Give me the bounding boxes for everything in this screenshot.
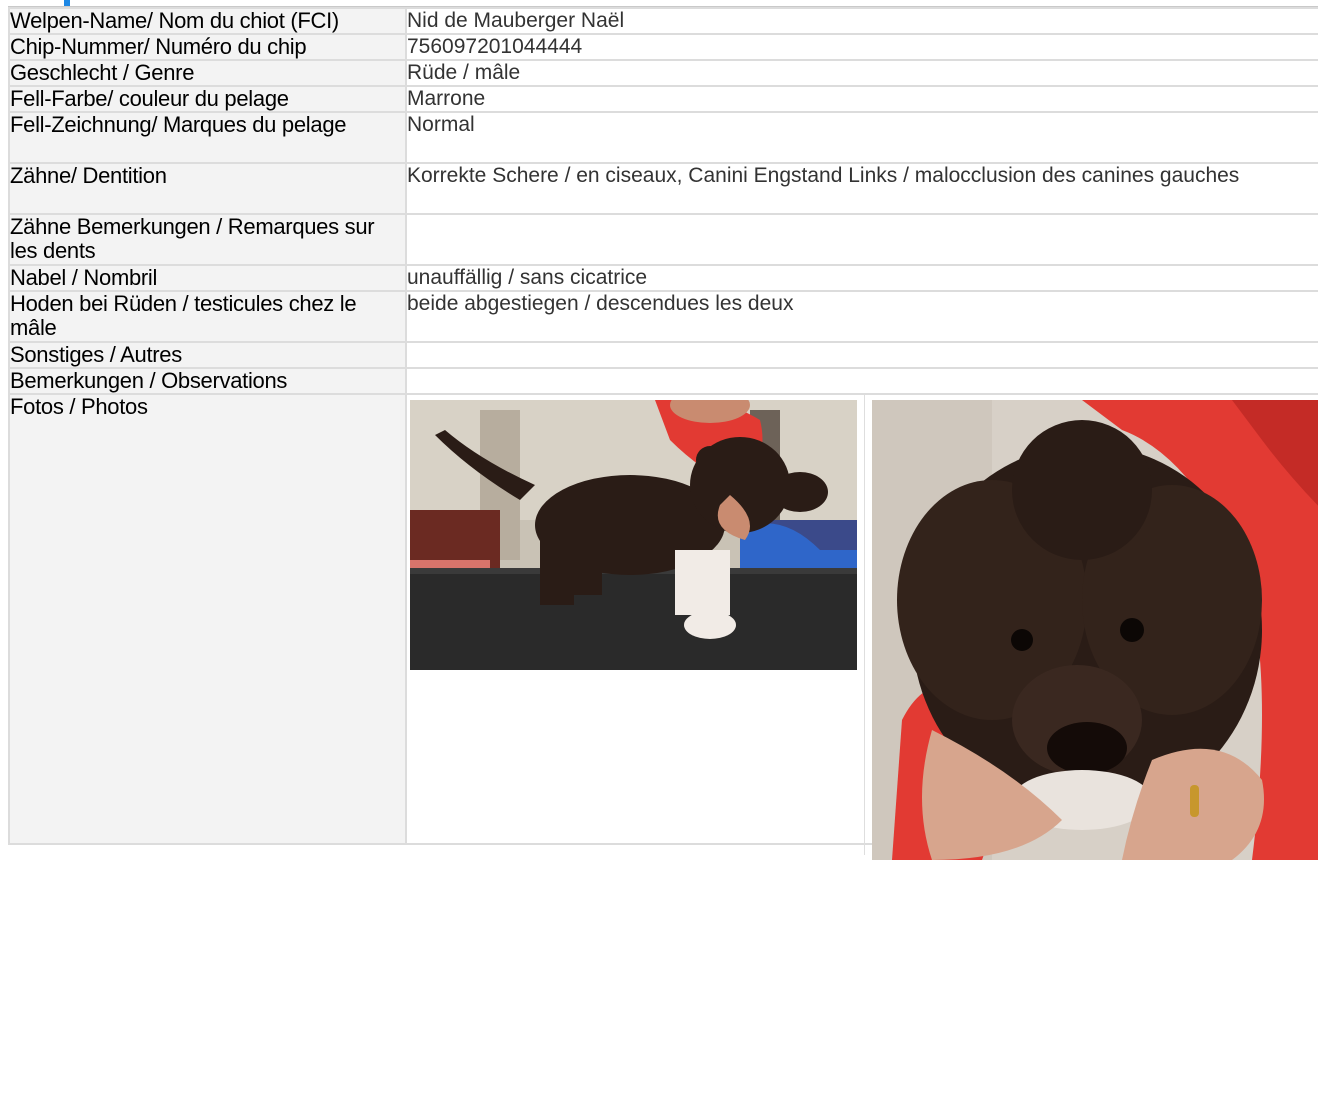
table-row-photos: Fotos / Photos	[8, 393, 1318, 860]
table-row: Geschlecht / Genre Rüde / mâle	[8, 59, 1318, 87]
row-value-photos	[405, 393, 1318, 860]
table-row: Zähne/ Dentition Korrekte Schere / en ci…	[8, 162, 1318, 215]
table-row: Hoden bei Rüden / testicules chez le mâl…	[8, 290, 1318, 343]
row-label-chip: Chip-Nummer/ Numéro du chip	[8, 33, 407, 61]
row-value-chip: 756097201044444	[405, 33, 1318, 61]
row-label-observations: Bemerkungen / Observations	[8, 367, 407, 395]
row-value-sex: Rüde / mâle	[405, 59, 1318, 87]
photo-gallery	[407, 395, 1318, 860]
table-row: Fell-Zeichnung/ Marques du pelage Normal	[8, 111, 1318, 164]
table-row: Welpen-Name/ Nom du chiot (FCI) Nid de M…	[8, 7, 1318, 35]
row-label-photos: Fotos / Photos	[8, 393, 407, 845]
row-label-other: Sonstiges / Autres	[8, 341, 407, 369]
table-row: Zähne Bemerkungen / Remarques sur les de…	[8, 213, 1318, 266]
row-value-observations	[405, 367, 1318, 395]
photo-divider	[864, 395, 865, 855]
puppy-closeup-image	[872, 400, 1318, 860]
puppy-record-page: Welpen-Name/ Nom du chiot (FCI) Nid de M…	[0, 0, 1318, 1112]
row-value-coat-markings: Normal	[405, 111, 1318, 164]
row-label-testicles: Hoden bei Rüden / testicules chez le mâl…	[8, 290, 407, 343]
puppy-side-photo[interactable]	[410, 400, 857, 670]
table-row: Fell-Farbe/ couleur du pelage Marrone	[8, 85, 1318, 113]
row-value-testicles: beide abgestiegen / descendues les deux	[405, 290, 1318, 343]
row-value-other	[405, 341, 1318, 369]
row-value-coat-color: Marrone	[405, 85, 1318, 113]
puppy-closeup-photo[interactable]	[872, 400, 1318, 860]
row-label-coat-color: Fell-Farbe/ couleur du pelage	[8, 85, 407, 113]
row-label-name: Welpen-Name/ Nom du chiot (FCI)	[8, 7, 407, 35]
row-label-sex: Geschlecht / Genre	[8, 59, 407, 87]
row-label-teeth-remarks: Zähne Bemerkungen / Remarques sur les de…	[8, 213, 407, 266]
table-row: Nabel / Nombril unauffällig / sans cicat…	[8, 264, 1318, 292]
puppy-side-image	[410, 400, 857, 670]
table-row: Chip-Nummer/ Numéro du chip 756097201044…	[8, 33, 1318, 61]
row-label-coat-markings: Fell-Zeichnung/ Marques du pelage	[8, 111, 407, 164]
row-label-navel: Nabel / Nombril	[8, 264, 407, 292]
table-row: Sonstiges / Autres	[8, 341, 1318, 369]
row-value-teeth-remarks	[405, 213, 1318, 266]
row-value-name: Nid de Mauberger Naël	[405, 7, 1318, 35]
table-row: Bemerkungen / Observations	[8, 367, 1318, 395]
row-label-dentition: Zähne/ Dentition	[8, 162, 407, 215]
puppy-details-table: Welpen-Name/ Nom du chiot (FCI) Nid de M…	[8, 7, 1318, 860]
row-value-navel: unauffällig / sans cicatrice	[405, 264, 1318, 292]
row-value-dentition: Korrekte Schere / en ciseaux, Canini Eng…	[405, 162, 1318, 215]
